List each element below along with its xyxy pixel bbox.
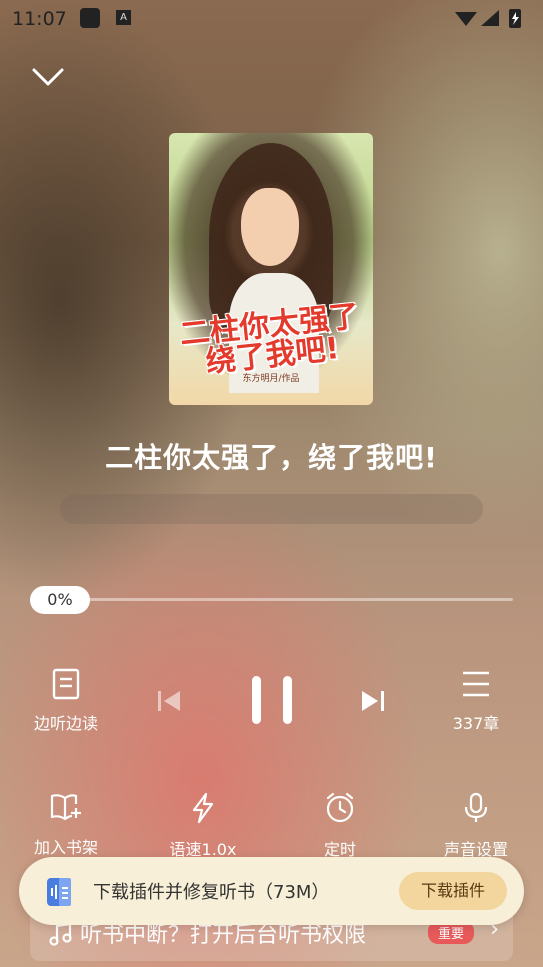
add-to-shelf-label: 加入书架 <box>33 838 98 857</box>
status-icons <box>453 6 533 34</box>
read-along-label: 边听边读 <box>33 714 98 733</box>
lightning-icon <box>192 792 214 824</box>
status-bar: 11:07 A <box>0 0 543 38</box>
document-icon <box>52 668 80 700</box>
pause-icon <box>252 676 292 724</box>
cover-art-face <box>241 188 299 266</box>
read-along-button[interactable]: 边听边读 <box>26 668 106 734</box>
pause-button[interactable] <box>246 672 298 728</box>
chapter-count-label: 337章 <box>452 714 500 733</box>
voice-settings-button[interactable]: 声音设置 <box>426 792 526 860</box>
notification-app-icon <box>80 8 100 28</box>
download-plugin-button[interactable]: 下载插件 <box>399 872 507 910</box>
speed-button[interactable]: 语速1.0x <box>153 792 253 860</box>
cover-title: 二柱你太强了绕了我吧! <box>178 298 361 380</box>
collapse-chevron-down-icon[interactable] <box>30 62 66 92</box>
chapter-list-button[interactable]: 337章 <box>440 668 512 734</box>
subtitle-placeholder-bar <box>60 494 483 524</box>
audio-document-icon <box>43 876 75 908</box>
notification-a-icon: A <box>116 10 131 25</box>
book-title: 二柱你太强了，绕了我吧! <box>105 441 438 474</box>
wifi-icon <box>455 12 477 26</box>
alarm-clock-icon <box>326 792 354 823</box>
progress-track[interactable] <box>88 598 513 601</box>
download-plugin-banner[interactable]: 下载插件并修复听书（73M） 下载插件 <box>19 857 524 925</box>
download-plugin-text: 下载插件并修复听书（73M） <box>93 882 330 903</box>
signal-battery-icons <box>455 9 521 28</box>
timer-button[interactable]: 定时 <box>290 792 390 860</box>
next-chapter-icon[interactable] <box>358 686 388 716</box>
progress-thumb[interactable]: 0% <box>30 586 90 614</box>
previous-chapter-icon[interactable] <box>154 686 184 716</box>
cover-author: 东方明月/作品 <box>242 374 300 384</box>
status-time: 11:07 <box>12 8 67 30</box>
list-icon <box>463 671 489 697</box>
cellular-icon <box>481 10 499 26</box>
book-cover: 二柱你太强了绕了我吧! 东方明月/作品 <box>169 133 373 405</box>
book-add-icon <box>50 794 81 821</box>
microphone-icon <box>464 792 488 822</box>
add-to-shelf-button[interactable]: 加入书架 <box>16 792 116 858</box>
